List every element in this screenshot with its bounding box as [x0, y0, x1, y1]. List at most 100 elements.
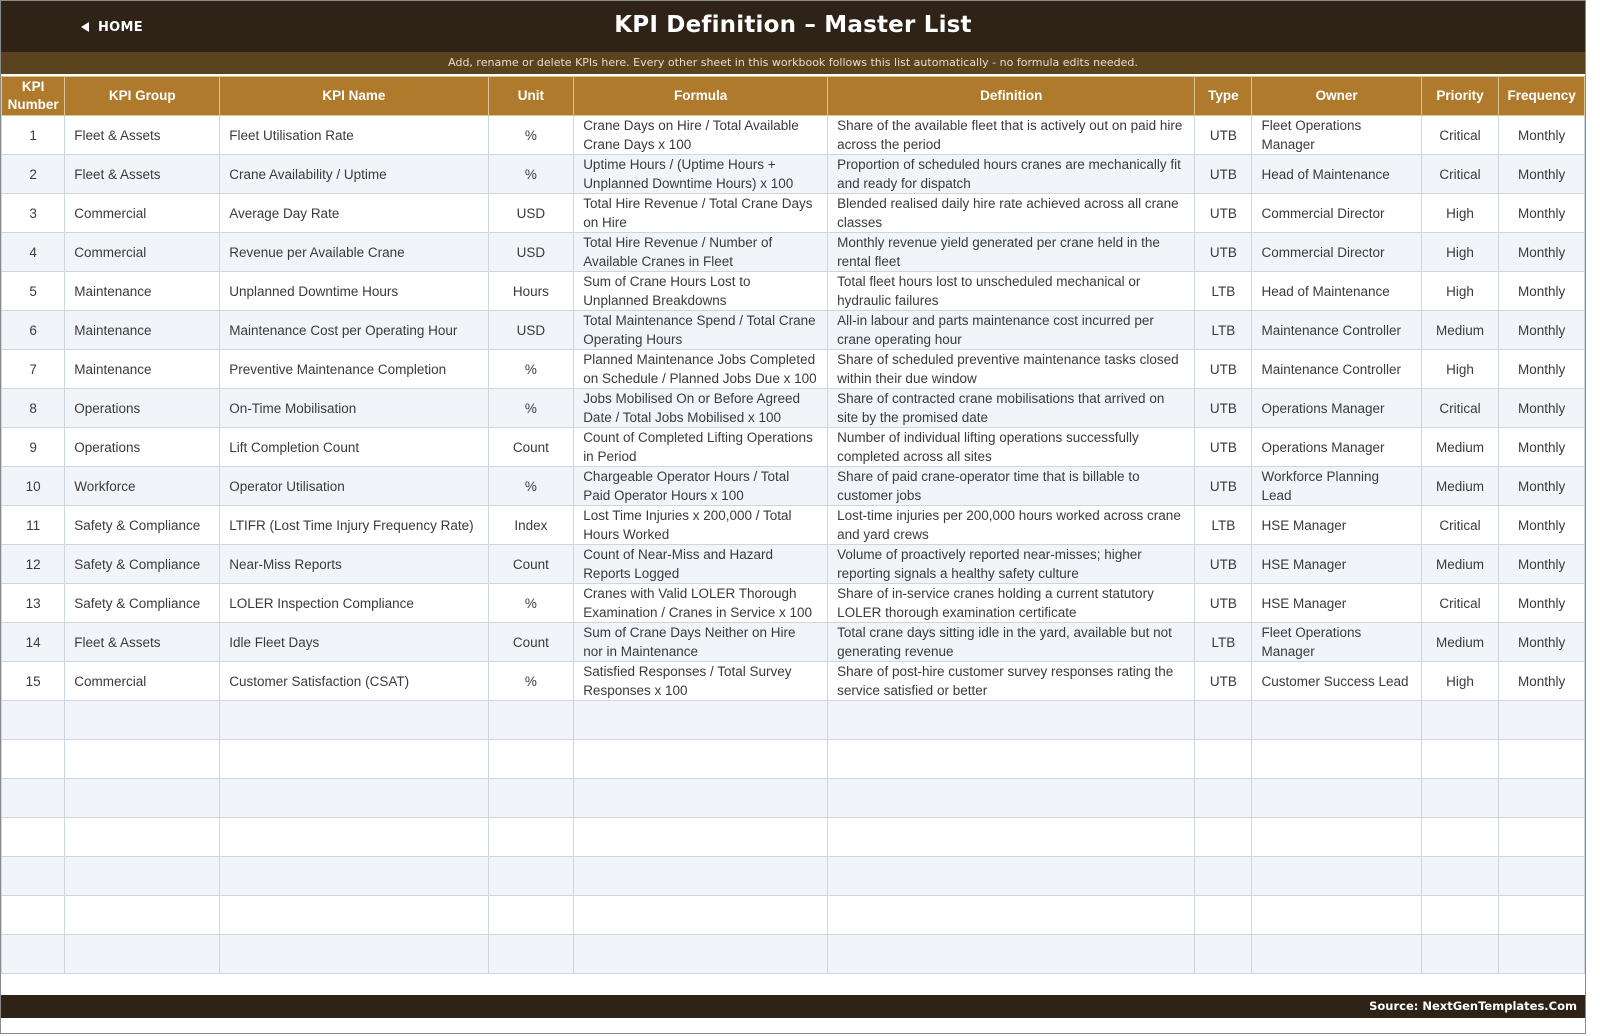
cell-frequency[interactable]: Monthly	[1498, 271, 1585, 311]
cell-frequency[interactable]: Monthly	[1498, 349, 1585, 389]
cell-kpi-group[interactable]: Safety & Compliance	[64, 544, 221, 584]
col-header-kpi-number[interactable]: KPI Number	[0, 76, 66, 116]
empty-cell-frequency[interactable]	[1498, 700, 1585, 740]
cell-kpi-name[interactable]: Customer Satisfaction (CSAT)	[219, 661, 489, 701]
empty-cell-kpi-number[interactable]	[0, 934, 66, 974]
cell-kpi-group[interactable]: Operations	[64, 388, 221, 428]
empty-cell-unit[interactable]	[487, 856, 575, 896]
cell-unit[interactable]: %	[487, 661, 575, 701]
cell-kpi-number[interactable]: 7	[0, 349, 66, 389]
cell-definition[interactable]: Share of paid crane-operator time that i…	[827, 466, 1196, 506]
empty-cell-kpi-name[interactable]	[219, 895, 489, 935]
cell-owner[interactable]: Operations Manager	[1251, 427, 1422, 467]
cell-kpi-number[interactable]: 1	[0, 115, 66, 155]
empty-cell-frequency[interactable]	[1498, 739, 1585, 779]
cell-kpi-name[interactable]: On-Time Mobilisation	[219, 388, 489, 428]
cell-kpi-name[interactable]: Idle Fleet Days	[219, 622, 489, 662]
cell-priority[interactable]: Medium	[1420, 310, 1500, 350]
cell-type[interactable]: UTB	[1194, 661, 1253, 701]
empty-cell-definition[interactable]	[827, 700, 1196, 740]
empty-cell-type[interactable]	[1194, 700, 1253, 740]
cell-kpi-group[interactable]: Maintenance	[64, 349, 221, 389]
empty-cell-frequency[interactable]	[1498, 817, 1585, 857]
cell-type[interactable]: UTB	[1194, 349, 1253, 389]
cell-frequency[interactable]: Monthly	[1498, 466, 1585, 506]
empty-cell-owner[interactable]	[1251, 700, 1422, 740]
cell-definition[interactable]: Proportion of scheduled hours cranes are…	[827, 154, 1196, 194]
cell-definition[interactable]: Share of in-service cranes holding a cur…	[827, 583, 1196, 623]
empty-cell-kpi-group[interactable]	[64, 700, 221, 740]
empty-cell-definition[interactable]	[827, 739, 1196, 779]
empty-cell-kpi-number[interactable]	[0, 817, 66, 857]
empty-cell-owner[interactable]	[1251, 778, 1422, 818]
cell-unit[interactable]: USD	[487, 310, 575, 350]
empty-cell-formula[interactable]	[573, 895, 829, 935]
cell-unit[interactable]: USD	[487, 232, 575, 272]
cell-owner[interactable]: Workforce Planning Lead	[1251, 466, 1422, 506]
cell-kpi-name[interactable]: Fleet Utilisation Rate	[219, 115, 489, 155]
cell-formula[interactable]: Satisfied Responses / Total Survey Respo…	[573, 661, 829, 701]
cell-frequency[interactable]: Monthly	[1498, 232, 1585, 272]
cell-definition[interactable]: Lost-time injuries per 200,000 hours wor…	[827, 505, 1196, 545]
col-header-kpi-group[interactable]: KPI Group	[64, 76, 221, 116]
cell-formula[interactable]: Chargeable Operator Hours / Total Paid O…	[573, 466, 829, 506]
empty-cell-definition[interactable]	[827, 856, 1196, 896]
cell-priority[interactable]: High	[1420, 661, 1500, 701]
cell-priority[interactable]: Medium	[1420, 544, 1500, 584]
cell-kpi-group[interactable]: Fleet & Assets	[64, 115, 221, 155]
empty-cell-type[interactable]	[1194, 856, 1253, 896]
empty-cell-definition[interactable]	[827, 895, 1196, 935]
empty-cell-type[interactable]	[1194, 895, 1253, 935]
cell-unit[interactable]: %	[487, 583, 575, 623]
cell-unit[interactable]: %	[487, 115, 575, 155]
empty-cell-formula[interactable]	[573, 817, 829, 857]
cell-definition[interactable]: Share of the available fleet that is act…	[827, 115, 1196, 155]
cell-kpi-group[interactable]: Safety & Compliance	[64, 505, 221, 545]
cell-type[interactable]: UTB	[1194, 427, 1253, 467]
empty-cell-kpi-group[interactable]	[64, 739, 221, 779]
cell-frequency[interactable]: Monthly	[1498, 544, 1585, 584]
cell-priority[interactable]: Critical	[1420, 583, 1500, 623]
cell-type[interactable]: UTB	[1194, 232, 1253, 272]
empty-cell-kpi-number[interactable]	[0, 895, 66, 935]
cell-kpi-group[interactable]: Maintenance	[64, 310, 221, 350]
cell-frequency[interactable]: Monthly	[1498, 505, 1585, 545]
empty-cell-frequency[interactable]	[1498, 934, 1585, 974]
cell-owner[interactable]: Fleet Operations Manager	[1251, 115, 1422, 155]
empty-cell-type[interactable]	[1194, 934, 1253, 974]
cell-definition[interactable]: Number of individual lifting operations …	[827, 427, 1196, 467]
cell-kpi-number[interactable]: 13	[0, 583, 66, 623]
cell-kpi-group[interactable]: Commercial	[64, 193, 221, 233]
cell-unit[interactable]: Count	[487, 544, 575, 584]
cell-definition[interactable]: Share of post-hire customer survey respo…	[827, 661, 1196, 701]
cell-priority[interactable]: High	[1420, 232, 1500, 272]
cell-kpi-number[interactable]: 6	[0, 310, 66, 350]
cell-frequency[interactable]: Monthly	[1498, 193, 1585, 233]
cell-owner[interactable]: Commercial Director	[1251, 193, 1422, 233]
empty-cell-priority[interactable]	[1420, 895, 1500, 935]
cell-priority[interactable]: Critical	[1420, 505, 1500, 545]
cell-owner[interactable]: Maintenance Controller	[1251, 349, 1422, 389]
cell-kpi-number[interactable]: 3	[0, 193, 66, 233]
empty-cell-frequency[interactable]	[1498, 778, 1585, 818]
empty-cell-unit[interactable]	[487, 739, 575, 779]
cell-unit[interactable]: Index	[487, 505, 575, 545]
empty-cell-kpi-number[interactable]	[0, 700, 66, 740]
empty-cell-type[interactable]	[1194, 778, 1253, 818]
cell-priority[interactable]: Medium	[1420, 427, 1500, 467]
empty-cell-unit[interactable]	[487, 934, 575, 974]
cell-formula[interactable]: Sum of Crane Hours Lost to Unplanned Bre…	[573, 271, 829, 311]
empty-cell-kpi-name[interactable]	[219, 934, 489, 974]
cell-kpi-name[interactable]: LTIFR (Lost Time Injury Frequency Rate)	[219, 505, 489, 545]
empty-cell-kpi-group[interactable]	[64, 817, 221, 857]
cell-unit[interactable]: %	[487, 349, 575, 389]
cell-formula[interactable]: Sum of Crane Days Neither on Hire nor in…	[573, 622, 829, 662]
cell-type[interactable]: LTB	[1194, 310, 1253, 350]
cell-definition[interactable]: Total fleet hours lost to unscheduled me…	[827, 271, 1196, 311]
empty-cell-kpi-group[interactable]	[64, 895, 221, 935]
cell-type[interactable]: LTB	[1194, 622, 1253, 662]
empty-cell-definition[interactable]	[827, 934, 1196, 974]
empty-cell-definition[interactable]	[827, 817, 1196, 857]
cell-type[interactable]: UTB	[1194, 388, 1253, 428]
col-header-type[interactable]: Type	[1194, 76, 1253, 116]
